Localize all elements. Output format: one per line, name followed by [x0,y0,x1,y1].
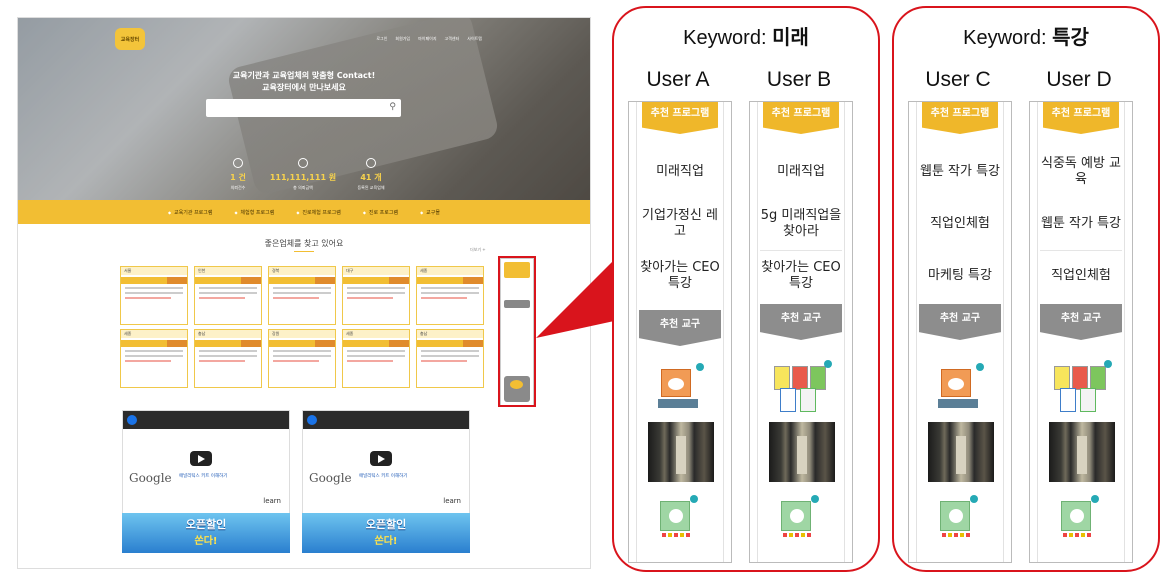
program-item: 미래직업 [777,164,825,179]
figure: 교육장터 로그인 회원가입 마이페이지 고객센터 사이트맵 교육기관과 교육업체… [0,0,1173,578]
classroom-photo [648,422,714,482]
recommended-program-tag: 추천 프로그램 [763,102,839,134]
program-item: 마케팅 특강 [928,268,992,283]
kit-package-image [660,495,698,537]
toolkit-box-image [658,363,704,413]
program-item: 찾아가는 CEO 특강 [640,260,720,291]
recommended-tool-tag: 추천 교구 [1040,304,1122,340]
card-set-image [1054,360,1112,412]
recommendation-column-user-d: 추천 프로그램 식중독 예방 교육 웹툰 작가 특강 직업인체험 추천 교구 [1029,101,1133,563]
keyword-title: Keyword: 특강 [963,25,1089,49]
keyword-value: 특강 [1052,25,1089,49]
user-name: User A [646,68,710,91]
keyword-title: Keyword: 미래 [683,25,809,49]
program-list: 웹툰 작가 특강 직업인체험 마케팅 특강 [909,146,1011,302]
recommended-program-tag: 추천 프로그램 [642,102,718,134]
program-item: 직업인체험 [1051,268,1111,283]
recommended-program-tag: 추천 프로그램 [1043,102,1119,134]
recommended-tool-tag: 추천 교구 [639,310,721,346]
recommended-tool-tag: 추천 교구 [919,304,1001,340]
recommended-tool-tag: 추천 교구 [760,304,842,340]
classroom-photo [928,422,994,482]
program-item: 찾아가는 CEO 특강 [761,260,841,291]
recommendation-column-user-a: 추천 프로그램 미래직업 기업가정신 레고 찾아가는 CEO 특강 추천 교구 [628,101,732,563]
user-name: User B [766,68,832,91]
program-item: 5g 미래직업을 찾아라 [760,208,842,239]
recommended-program-tag: 추천 프로그램 [922,102,998,134]
card-set-image [774,360,832,412]
program-item: 기업가정신 레고 [642,208,718,239]
toolkit-box-image [938,363,984,413]
recommendation-column-user-b: 추천 프로그램 미래직업 5g 미래직업을 찾아라 찾아가는 CEO 특강 추천… [749,101,853,563]
program-list: 미래직업 5g 미래직업을 찾아라 찾아가는 CEO 특강 [750,146,852,302]
divider [1040,250,1122,251]
classroom-photo [769,422,835,482]
keyword-value: 미래 [772,25,809,49]
user-name: User D [1046,68,1112,91]
user-name: User C [925,68,991,91]
program-item: 미래직업 [656,164,704,179]
program-list: 미래직업 기업가정신 레고 찾아가는 CEO 특강 [629,146,731,302]
classroom-photo [1049,422,1115,482]
program-list: 식중독 예방 교육 웹툰 작가 특강 직업인체험 [1030,146,1132,302]
program-item: 웹툰 작가 특강 [919,164,1001,179]
divider [760,250,842,251]
kit-package-image [940,495,978,537]
keyword-panel-lecture: Keyword: 특강 User C User D 추천 프로그램 웹툰 작가 … [892,6,1160,572]
program-item: 직업인체험 [930,216,990,231]
program-item: 웹툰 작가 특강 [1040,216,1122,231]
keyword-panel-future: Keyword: 미래 User A User B 추천 프로그램 미래직업 기… [612,6,880,572]
program-item: 식중독 예방 교육 [1040,156,1122,187]
recommendation-column-user-c: 추천 프로그램 웹툰 작가 특강 직업인체험 마케팅 특강 추천 교구 [908,101,1012,563]
kit-package-image [781,495,819,537]
kit-package-image [1061,495,1099,537]
